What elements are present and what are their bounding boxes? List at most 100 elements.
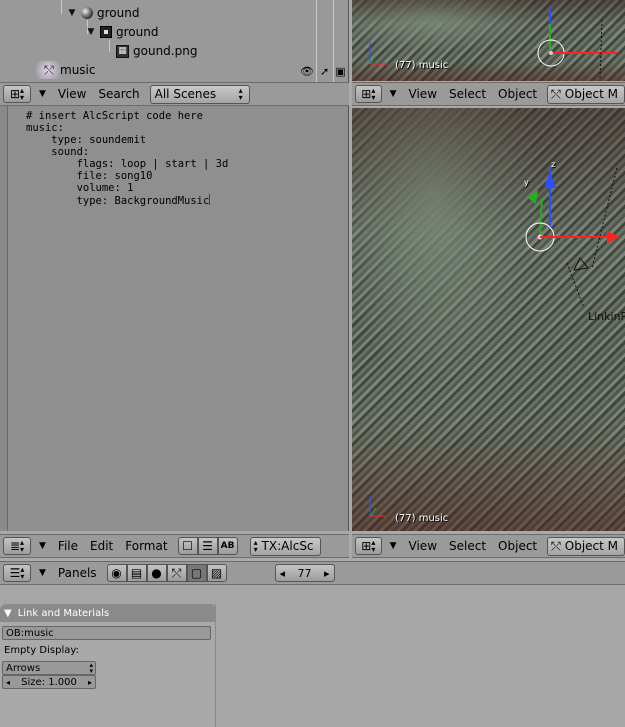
link-and-materials-panel: ▼ Link and Materials OB:music Empty Disp… bbox=[0, 604, 216, 727]
updown-arrows-icon: ▴ ▾ bbox=[89, 661, 93, 675]
viewport-main-gizmos bbox=[369, 167, 620, 517]
increment-arrow-icon[interactable]: ▸ bbox=[88, 678, 92, 687]
script-context-icon[interactable]: ▤ bbox=[126, 564, 147, 582]
object-name-value: OB:music bbox=[6, 627, 54, 639]
menu-search[interactable]: Search bbox=[98, 87, 139, 101]
header-collapse-icon[interactable]: ▼ bbox=[390, 541, 397, 551]
menu-object[interactable]: Object bbox=[498, 87, 537, 101]
panel-collapse-icon[interactable]: ▼ bbox=[4, 608, 12, 619]
menu-panels[interactable]: Panels bbox=[58, 566, 97, 580]
text-block-dropdown[interactable]: ▴ ▾ TX:AlcSc bbox=[249, 536, 321, 556]
code-line[interactable]: type: soundemit bbox=[26, 134, 228, 146]
object-name-label: LinkinP bbox=[588, 310, 625, 323]
menu-object[interactable]: Object bbox=[498, 539, 537, 553]
outliner-row-label: music bbox=[60, 63, 96, 77]
editing-context-icon[interactable]: ▢ bbox=[186, 564, 207, 582]
line-numbers-toggle-icon[interactable]: ☰ bbox=[197, 537, 218, 555]
mode-dropdown[interactable]: ⤲ Object M bbox=[547, 84, 625, 104]
editor-type-button[interactable]: ⊞ ▴ ▾ bbox=[355, 85, 382, 103]
menu-select[interactable]: Select bbox=[449, 539, 486, 553]
header-collapse-icon[interactable]: ▼ bbox=[39, 568, 46, 578]
mode-dropdown[interactable]: ⤲ Object M bbox=[547, 536, 625, 556]
code-line[interactable]: # insert AlcScript code here bbox=[26, 110, 228, 122]
outliner-editor-icon: ⊞ bbox=[9, 87, 21, 101]
header-collapse-icon[interactable]: ▼ bbox=[39, 89, 46, 99]
object-context-icon[interactable]: ⤲ bbox=[166, 564, 187, 582]
updown-arrows-icon: ▴ ▾ bbox=[238, 86, 243, 102]
selectable-arrow-icon[interactable]: ➚ bbox=[320, 65, 329, 78]
outliner-panel: ▼ ground ▼ ground ▦ gound.png ⤲ music 👁 … bbox=[0, 0, 349, 82]
panel-header[interactable]: ▼ Link and Materials bbox=[0, 604, 216, 622]
viewport-main[interactable]: z y LinkinP (77) music bbox=[352, 108, 625, 531]
editor-type-button[interactable]: ⊞ ▴ ▾ bbox=[355, 537, 382, 555]
buttons-header: ☰ ▴ ▾ ▼ Panels ◉ ▤ ● ⤲ ▢ ▨ ◂ 77 ▸ bbox=[0, 561, 625, 585]
menu-file[interactable]: File bbox=[58, 539, 78, 553]
shading-context-icon[interactable]: ● bbox=[146, 564, 167, 582]
code-line[interactable]: music: bbox=[26, 122, 228, 134]
render-camera-icon[interactable]: ▣ bbox=[335, 65, 345, 78]
editor-type-button[interactable]: ≣ ▴ ▾ bbox=[3, 537, 31, 555]
empty-display-dropdown[interactable]: Arrows ▴ ▾ bbox=[2, 661, 96, 675]
texture-image-icon: ▦ bbox=[116, 44, 129, 58]
outliner-row-ground-mesh[interactable]: ▼ ground bbox=[86, 23, 159, 41]
expand-triangle-icon[interactable]: ▼ bbox=[86, 27, 96, 37]
panel-title: Link and Materials bbox=[17, 607, 110, 619]
text-editor[interactable]: # insert AlcScript code here music: type:… bbox=[0, 106, 349, 531]
text-editor-header: ≣ ▴ ▾ ▼ File Edit Format ☐ ☰ AB ▴ ▾ TX:AlcS… bbox=[0, 534, 349, 558]
mode-dropdown-label: Object M bbox=[564, 539, 618, 553]
outliner-row-ground-object[interactable]: ▼ ground bbox=[67, 4, 140, 22]
size-number-field[interactable]: ◂ Size: 1.000 ▸ bbox=[2, 675, 96, 689]
object-sphere-icon bbox=[81, 7, 93, 19]
menu-view[interactable]: View bbox=[409, 539, 437, 553]
scenes-dropdown[interactable]: All Scenes ▴ ▾ bbox=[149, 84, 250, 104]
menu-view[interactable]: View bbox=[58, 87, 86, 101]
empty-object-icon: ⤲ bbox=[44, 63, 54, 77]
code-area[interactable]: # insert AlcScript code here music: type:… bbox=[26, 110, 228, 207]
restrict-columns: 👁 ➚ ▣ bbox=[300, 62, 346, 80]
text-cursor bbox=[209, 194, 211, 205]
menu-format[interactable]: Format bbox=[125, 539, 167, 553]
expand-triangle-icon[interactable]: ▼ bbox=[67, 8, 77, 18]
outliner-row-label: ground bbox=[116, 25, 159, 39]
logic-context-icon[interactable]: ◉ bbox=[106, 564, 127, 582]
header-collapse-icon[interactable]: ▼ bbox=[390, 89, 397, 99]
editor-type-button[interactable]: ☰ ▴ ▾ bbox=[3, 564, 31, 582]
mode-dropdown-label: Object M bbox=[564, 87, 618, 101]
editor-type-button[interactable]: ⊞ ▴ ▾ bbox=[3, 85, 31, 103]
fullscreen-toggle-icon[interactable]: ☐ bbox=[177, 537, 198, 555]
tree-line bbox=[61, 0, 62, 14]
code-line[interactable]: sound: bbox=[26, 146, 228, 158]
menu-view[interactable]: View bbox=[409, 87, 437, 101]
increment-arrow-icon[interactable]: ▸ bbox=[324, 567, 330, 580]
syntax-highlight-toggle-icon[interactable]: AB bbox=[217, 537, 238, 555]
decrement-arrow-icon[interactable]: ◂ bbox=[280, 567, 286, 580]
frame-number-field[interactable]: ◂ 77 ▸ bbox=[274, 564, 335, 582]
text-scrollbar[interactable] bbox=[0, 106, 8, 531]
viewport-top[interactable]: (77) music bbox=[352, 0, 625, 81]
menu-edit[interactable]: Edit bbox=[90, 539, 113, 553]
axis-label-z: z bbox=[551, 160, 556, 169]
scene-context-icon[interactable]: ▨ bbox=[206, 564, 227, 582]
text-block-label: TX:AlcSc bbox=[261, 539, 314, 553]
outliner-row-texture[interactable]: ▦ gound.png bbox=[116, 42, 197, 60]
code-line[interactable]: volume: 1 bbox=[26, 182, 228, 194]
code-line[interactable]: type: BackgroundMusic bbox=[26, 194, 228, 207]
updown-arrows-icon: ▴ ▾ bbox=[20, 565, 25, 581]
code-line[interactable]: flags: loop | start | 3d bbox=[26, 158, 229, 170]
decrement-arrow-icon[interactable]: ◂ bbox=[6, 678, 10, 687]
menu-select[interactable]: Select bbox=[449, 87, 486, 101]
grid-editor-icon: ⊞ bbox=[361, 87, 372, 101]
updown-arrows-icon: ▴ ▾ bbox=[253, 538, 258, 554]
object-name-field[interactable]: OB:music bbox=[2, 626, 211, 640]
header-collapse-icon[interactable]: ▼ bbox=[39, 541, 46, 551]
visibility-eye-icon[interactable]: 👁 bbox=[300, 65, 314, 78]
axis-label-y: y bbox=[524, 178, 529, 187]
object-mode-icon: ⤲ bbox=[551, 538, 561, 553]
buttons-editor-icon: ☰ bbox=[9, 566, 21, 580]
outliner-header: ⊞ ▴ ▾ ▼ View Search All Scenes ▴ ▾ bbox=[0, 82, 349, 106]
frame-label: (77) music bbox=[395, 513, 449, 524]
code-line[interactable]: file: song10 bbox=[26, 170, 228, 182]
outliner-row-music[interactable]: ⤲ music bbox=[42, 61, 95, 79]
grid-editor-icon: ⊞ bbox=[361, 539, 372, 553]
context-button-group: ◉ ▤ ● ⤲ ▢ ▨ bbox=[106, 564, 227, 582]
